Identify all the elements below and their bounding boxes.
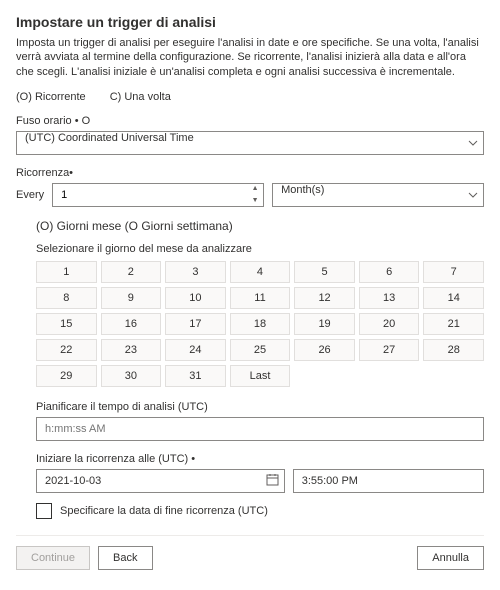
day-cell[interactable]: 20 (359, 313, 420, 335)
day-cell[interactable]: 3 (165, 261, 226, 283)
calendar-icon[interactable] (266, 473, 279, 489)
trigger-type-options: (O) Ricorrente C) Una volta (16, 91, 484, 103)
page-title: Impostare un trigger di analisi (16, 14, 484, 30)
end-date-checkbox-label: Specificare la data di fine ricorrenza (… (60, 505, 268, 517)
recurring-option[interactable]: (O) Ricorrente (16, 91, 86, 103)
interval-spinner[interactable]: ▲ ▼ (52, 183, 264, 207)
day-cell[interactable]: 9 (101, 287, 162, 309)
day-cell[interactable]: 6 (359, 261, 420, 283)
day-cell[interactable]: Last (230, 365, 291, 387)
start-time-input[interactable] (293, 469, 484, 493)
spinner-down-icon[interactable]: ▼ (248, 197, 262, 205)
month-day-grid: 1234567891011121314151617181920212223242… (36, 261, 484, 387)
day-cell[interactable]: 25 (230, 339, 291, 361)
day-cell[interactable]: 29 (36, 365, 97, 387)
interval-input[interactable] (52, 183, 264, 207)
schedule-time-input[interactable] (36, 417, 484, 441)
once-option[interactable]: C) Una volta (110, 91, 171, 103)
back-button[interactable]: Back (98, 546, 152, 570)
day-cell[interactable]: 15 (36, 313, 97, 335)
day-cell[interactable]: 16 (101, 313, 162, 335)
day-cell[interactable]: 18 (230, 313, 291, 335)
day-cell[interactable]: 22 (36, 339, 97, 361)
day-cell[interactable]: 17 (165, 313, 226, 335)
description-text: Imposta un trigger di analisi per esegui… (16, 36, 484, 79)
day-cell[interactable]: 4 (230, 261, 291, 283)
timezone-label: Fuso orario • O (16, 115, 484, 127)
start-date-input[interactable] (36, 469, 285, 493)
day-cell[interactable]: 10 (165, 287, 226, 309)
day-cell[interactable]: 26 (294, 339, 355, 361)
cancel-button[interactable]: Annulla (417, 546, 484, 570)
day-cell[interactable]: 5 (294, 261, 355, 283)
day-cell[interactable]: 11 (230, 287, 291, 309)
day-cell[interactable]: 8 (36, 287, 97, 309)
day-cell[interactable]: 24 (165, 339, 226, 361)
day-mode-options[interactable]: (O) Giorni mese (O Giorni settimana) (36, 219, 484, 233)
day-cell[interactable]: 23 (101, 339, 162, 361)
day-cell[interactable]: 19 (294, 313, 355, 335)
footer: Continue Back Annulla (16, 546, 484, 570)
continue-button: Continue (16, 546, 90, 570)
day-cell[interactable]: 27 (359, 339, 420, 361)
period-select[interactable]: Month(s) (272, 183, 484, 207)
end-date-checkbox[interactable] (36, 503, 52, 519)
spinner-up-icon[interactable]: ▲ (248, 185, 262, 193)
start-recurrence-label: Iniziare la ricorrenza alle (UTC) • (36, 453, 484, 465)
day-cell[interactable]: 1 (36, 261, 97, 283)
day-cell[interactable]: 13 (359, 287, 420, 309)
day-cell[interactable]: 31 (165, 365, 226, 387)
day-cell[interactable]: 12 (294, 287, 355, 309)
day-cell[interactable]: 21 (423, 313, 484, 335)
day-cell[interactable]: 2 (101, 261, 162, 283)
timezone-select[interactable]: (UTC) Coordinated Universal Time (16, 131, 484, 155)
month-days-label: Selezionare il giorno del mese da analiz… (36, 243, 484, 255)
timezone-value: (UTC) Coordinated Universal Time (16, 131, 484, 155)
schedule-time-label: Pianificare il tempo di analisi (UTC) (36, 401, 484, 413)
divider (16, 535, 484, 536)
day-cell[interactable]: 14 (423, 287, 484, 309)
period-value: Month(s) (272, 183, 484, 207)
every-label: Every (16, 189, 44, 201)
day-cell[interactable]: 30 (101, 365, 162, 387)
day-cell[interactable]: 28 (423, 339, 484, 361)
recurrence-label: Ricorrenza• (16, 167, 484, 179)
day-cell[interactable]: 7 (423, 261, 484, 283)
